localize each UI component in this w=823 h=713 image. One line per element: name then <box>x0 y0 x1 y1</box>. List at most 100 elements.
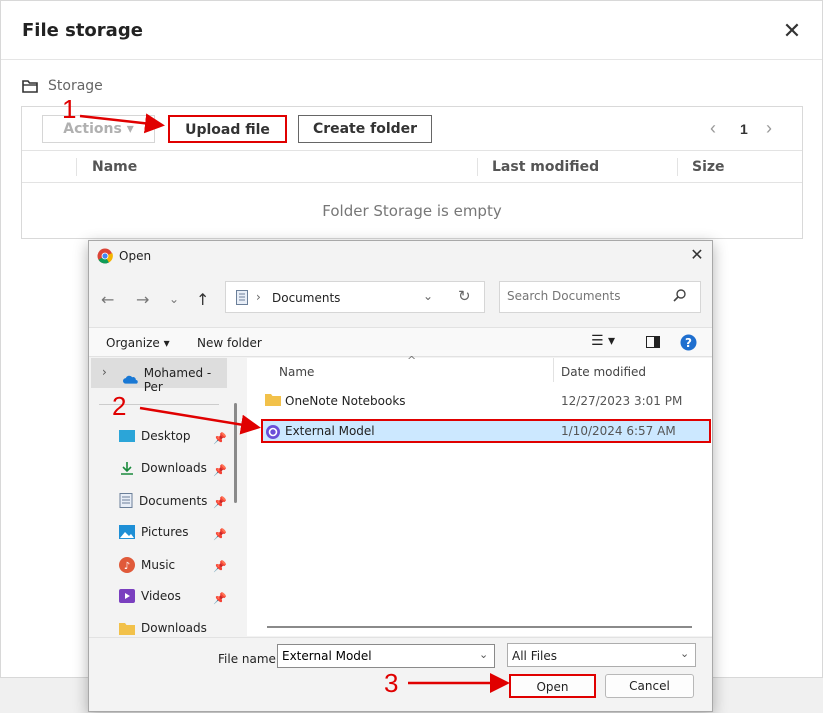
step-1-label: 1 <box>62 94 77 124</box>
forward-arrow-icon[interactable]: → <box>136 290 149 309</box>
horizontal-scrollbar[interactable] <box>267 626 692 628</box>
model-file-icon <box>266 425 280 439</box>
view-menu-icon[interactable]: ☰ ▾ <box>591 333 615 349</box>
folder-icon <box>119 622 135 635</box>
pin-icon[interactable]: 📌 <box>213 432 227 445</box>
help-icon[interactable]: ? <box>680 334 697 351</box>
nav-item-downloads-folder[interactable]: Downloads <box>119 621 207 635</box>
table-header: Name Last modified Size <box>22 152 802 183</box>
chevron-down-icon[interactable]: ⌄ <box>423 289 433 303</box>
open-button[interactable]: Open <box>509 674 596 698</box>
organize-menu[interactable]: Organize ▾ <box>106 336 170 350</box>
close-icon[interactable]: ✕ <box>687 245 707 264</box>
chevron-down-icon: ⌄ <box>680 647 690 660</box>
search-box <box>499 281 701 313</box>
file-type-select[interactable]: All Files ⌄ <box>507 643 696 667</box>
chevron-right-icon[interactable]: › <box>766 118 772 139</box>
command-bar: Organize ▾ New folder ☰ ▾ ? <box>89 327 712 357</box>
modal-divider <box>1 59 822 60</box>
nav-item-desktop[interactable]: Desktop <box>119 429 191 443</box>
search-input[interactable] <box>507 289 667 303</box>
up-arrow-icon[interactable]: ↑ <box>196 290 209 309</box>
documents-icon <box>236 290 248 305</box>
open-file-dialog: Open ✕ ← → ⌄ ↑ › Documents ⌄ ↻ Organize … <box>88 240 713 712</box>
sort-arrow-icon: ^ <box>407 354 417 367</box>
file-row[interactable]: OneNote Notebooks 12/27/2023 3:01 PM <box>261 389 711 413</box>
onedrive-cloud-icon <box>123 375 138 384</box>
column-divider <box>76 158 77 176</box>
preview-pane-icon[interactable] <box>646 336 660 348</box>
nav-label: Downloads <box>141 621 207 635</box>
search-icon[interactable] <box>673 288 687 302</box>
dialog-titlebar: Open <box>97 248 151 264</box>
video-icon <box>119 589 135 603</box>
nav-label: Desktop <box>141 429 191 443</box>
file-type-value: All Files <box>512 649 558 663</box>
column-divider <box>677 158 678 176</box>
nav-scrollbar[interactable] <box>234 403 237 503</box>
nav-item-documents[interactable]: Documents <box>119 493 207 508</box>
file-date: 1/10/2024 6:57 AM <box>561 424 676 438</box>
column-name[interactable]: Name <box>279 365 314 379</box>
refresh-icon[interactable]: ↻ <box>458 287 471 305</box>
pin-icon[interactable]: 📌 <box>213 560 227 573</box>
caret-down-icon: ▾ <box>126 121 134 137</box>
music-icon: ♪ <box>119 557 135 573</box>
file-list: ^ Name Date modified OneNote Notebooks 1… <box>247 354 712 636</box>
create-folder-button[interactable]: Create folder <box>298 115 432 143</box>
empty-message: Folder Storage is empty <box>322 202 502 220</box>
file-name: External Model <box>285 424 375 438</box>
new-folder-button[interactable]: New folder <box>197 336 262 350</box>
svg-text:?: ? <box>685 336 692 350</box>
picture-icon <box>119 525 135 539</box>
chevron-down-icon[interactable]: ⌄ <box>169 292 179 306</box>
folder-icon <box>265 394 281 406</box>
upload-file-button[interactable]: Upload file <box>168 115 287 143</box>
address-bar[interactable]: › Documents ⌄ ↻ <box>225 281 485 313</box>
address-text: Documents <box>272 291 341 305</box>
chrome-icon <box>97 248 113 264</box>
nav-label: Music <box>141 558 176 572</box>
file-name-label: File name: <box>218 652 280 666</box>
pin-icon[interactable]: 📌 <box>213 496 227 509</box>
nav-label: Documents <box>139 493 208 508</box>
download-icon <box>121 462 133 475</box>
nav-label: Downloads <box>141 461 207 475</box>
chevron-right-icon[interactable]: › <box>102 365 107 379</box>
file-name-input[interactable] <box>282 649 472 663</box>
chevron-right-icon: › <box>256 290 261 304</box>
storage-panel: Actions ▾ Upload file Create folder ‹ 1 … <box>21 106 803 239</box>
desktop-icon <box>119 430 135 442</box>
pager: ‹ 1 › <box>710 118 790 140</box>
column-name[interactable]: Name <box>92 159 137 175</box>
pin-icon[interactable]: 📌 <box>213 592 227 605</box>
svg-text:♪: ♪ <box>124 561 130 572</box>
file-row-selected[interactable]: External Model 1/10/2024 6:57 AM <box>261 419 711 443</box>
storage-toolbar: Actions ▾ Upload file Create folder ‹ 1 … <box>22 107 802 151</box>
close-icon[interactable]: ✕ <box>780 19 804 43</box>
chevron-left-icon[interactable]: ‹ <box>710 118 716 139</box>
caret-down-icon: ▾ <box>163 336 170 350</box>
organize-label: Organize <box>106 336 160 350</box>
column-last-modified[interactable]: Last modified <box>492 159 599 175</box>
back-arrow-icon[interactable]: ← <box>101 290 114 309</box>
column-divider <box>477 158 478 176</box>
nav-label: Mohamed - Per <box>143 366 212 394</box>
pin-icon[interactable]: 📌 <box>213 528 227 541</box>
cancel-button[interactable]: Cancel <box>605 674 694 698</box>
nav-label: Pictures <box>141 525 189 539</box>
chevron-down-icon[interactable]: ⌄ <box>479 648 488 661</box>
breadcrumb-storage[interactable]: Storage <box>48 78 103 94</box>
nav-item-videos[interactable]: Videos <box>119 589 181 603</box>
column-size[interactable]: Size <box>692 159 725 175</box>
nav-item-onedrive[interactable]: › Mohamed - Per <box>91 358 227 394</box>
step-2-label: 2 <box>112 391 127 421</box>
pin-icon[interactable]: 📌 <box>213 464 227 477</box>
folder-icon <box>22 80 38 93</box>
nav-item-music[interactable]: ♪ Music <box>119 557 175 573</box>
modal-title: File storage <box>22 20 143 41</box>
column-date-modified[interactable]: Date modified <box>561 365 646 379</box>
nav-item-downloads[interactable]: Downloads <box>119 461 207 475</box>
nav-item-pictures[interactable]: Pictures <box>119 525 189 539</box>
column-divider <box>553 358 554 382</box>
